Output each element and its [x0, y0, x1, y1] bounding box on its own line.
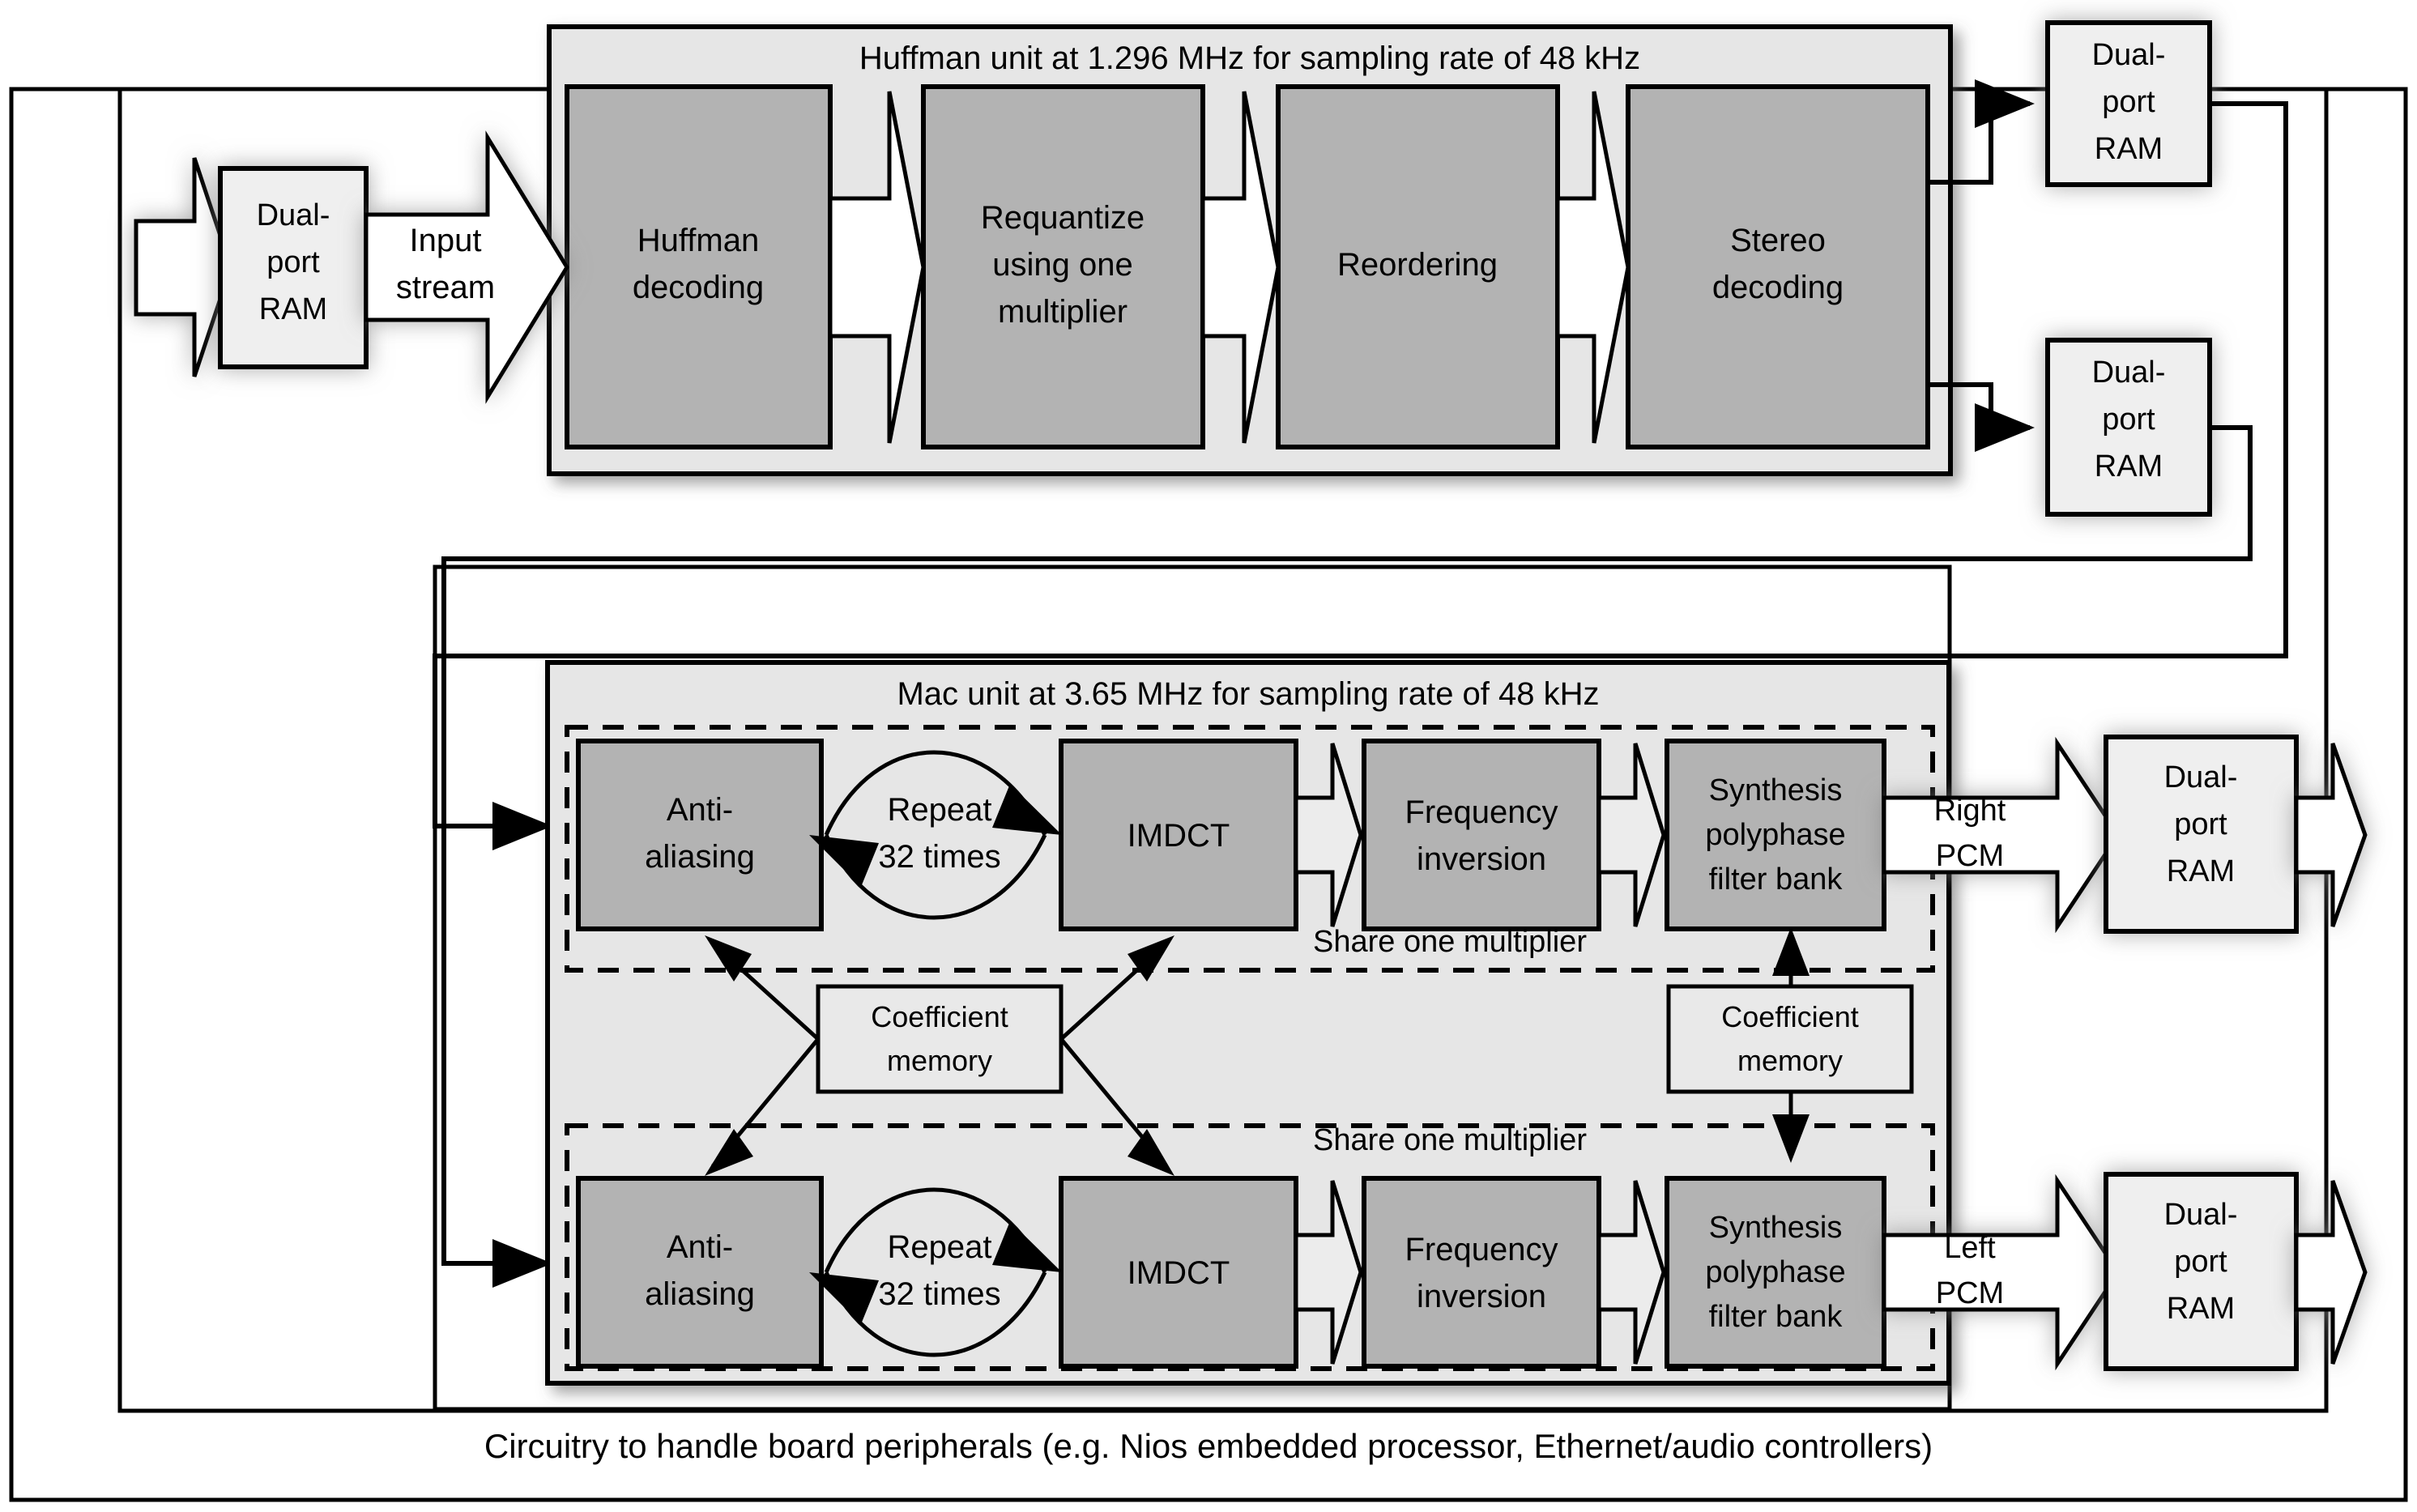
anti-aliasing-left-line1: Anti- [667, 1229, 733, 1265]
coef-mem-right-line1: Coefficient [1721, 1000, 1858, 1033]
input-stream-label-line2: stream [396, 270, 495, 305]
repeat-right-line2: 32 times [878, 839, 1000, 875]
synthesis-right-line2: polyphase [1705, 818, 1845, 852]
right-pcm-out-arrow [2294, 743, 2368, 927]
input-stream-label-line1: Input [410, 223, 482, 258]
freq-inv-right-line1: Frequency [1405, 794, 1558, 830]
synthesis-left-line2: polyphase [1705, 1255, 1845, 1289]
ram-out1-line2: port [2102, 85, 2155, 119]
stereo-decoding-block[interactable] [1626, 84, 1930, 449]
ram-left-pcm-line3: RAM [2167, 1292, 2235, 1326]
dual-port-ram-input-line3: RAM [259, 292, 327, 326]
left-pcm-out-arrow [2294, 1180, 2368, 1365]
ram-out1-line3: RAM [2095, 132, 2163, 166]
anti-aliasing-left-line2: aliasing [645, 1276, 755, 1312]
freq-inv-left-line2: inversion [1417, 1279, 1546, 1314]
anti-aliasing-right-line2: aliasing [645, 839, 755, 875]
synthesis-left-line3: filter bank [1709, 1300, 1844, 1334]
synthesis-left-line1: Synthesis [1709, 1211, 1843, 1245]
right-pcm-label-line1: Right [1934, 794, 2006, 828]
coef-mem-right-line2: memory [1737, 1044, 1843, 1077]
ram-out2-line1: Dual- [2092, 356, 2166, 390]
anti-aliasing-left-block[interactable] [576, 1176, 824, 1369]
huffman-decoding-line2: decoding [633, 270, 764, 305]
imdct-left-line1: IMDCT [1128, 1255, 1230, 1291]
share-multiplier-bottom-label: Share one multiplier [1313, 1123, 1587, 1157]
input-block-arrow [134, 157, 233, 377]
ram-out2-line3: RAM [2095, 449, 2163, 483]
left-pcm-label-line2: PCM [1936, 1276, 2004, 1310]
requantize-line2: using one [992, 247, 1132, 283]
repeat-left-line1: Repeat [888, 1229, 992, 1265]
stereo-decoding-line2: decoding [1712, 270, 1844, 305]
huffman-decoding-block[interactable] [565, 84, 833, 449]
ram-right-pcm-line1: Dual- [2164, 760, 2238, 794]
huffman-decoding-line1: Huffman [637, 223, 759, 258]
block-diagram-root: Huffman unit at 1.296 MHz for sampling r… [0, 0, 2417, 1512]
frequency-inversion-right-block[interactable] [1362, 739, 1601, 931]
coef-mem-left-line2: memory [887, 1044, 992, 1077]
synthesis-right-line3: filter bank [1709, 862, 1844, 897]
anti-aliasing-right-block[interactable] [576, 739, 824, 931]
input-stream-arrow [364, 130, 569, 404]
dual-port-ram-input-line2: port [266, 245, 320, 279]
huffman-unit-title: Huffman unit at 1.296 MHz for sampling r… [859, 40, 1640, 76]
ram-right-pcm-line2: port [2174, 807, 2227, 841]
imdct-right-line1: IMDCT [1128, 818, 1230, 854]
repeat-left-line2: 32 times [878, 1276, 1000, 1312]
stereo-decoding-line1: Stereo [1730, 223, 1826, 258]
arrowhead-antialiasing-left [492, 1239, 552, 1288]
synthesis-right-line1: Synthesis [1709, 773, 1843, 807]
requantize-line3: multiplier [998, 294, 1128, 330]
reordering-line1: Reordering [1337, 247, 1498, 283]
frequency-inversion-left-block[interactable] [1362, 1176, 1601, 1369]
coef-mem-left-line1: Coefficient [871, 1000, 1008, 1033]
ram-out1-line1: Dual- [2092, 38, 2166, 72]
ram-right-pcm-line3: RAM [2167, 854, 2235, 888]
anti-aliasing-right-line1: Anti- [667, 792, 733, 828]
requantize-line1: Requantize [981, 200, 1145, 236]
mac-unit-title: Mac unit at 3.65 MHz for sampling rate o… [897, 676, 1599, 712]
dual-port-ram-input-line1: Dual- [257, 198, 330, 232]
ram-left-pcm-line1: Dual- [2164, 1198, 2238, 1232]
freq-inv-left-line1: Frequency [1405, 1232, 1558, 1267]
right-pcm-label-line2: PCM [1936, 839, 2004, 873]
board-peripherals-caption: Circuitry to handle board peripherals (e… [484, 1427, 1933, 1465]
arrowhead-antialiasing-right [492, 802, 552, 850]
ram-left-pcm-line2: port [2174, 1245, 2227, 1279]
left-pcm-label-line1: Left [1944, 1231, 1996, 1265]
repeat-right-line1: Repeat [888, 792, 992, 828]
block-diagram-canvas: Huffman unit at 1.296 MHz for sampling r… [9, 20, 2408, 1502]
freq-inv-right-line2: inversion [1417, 841, 1546, 877]
ram-out2-line2: port [2102, 402, 2155, 437]
